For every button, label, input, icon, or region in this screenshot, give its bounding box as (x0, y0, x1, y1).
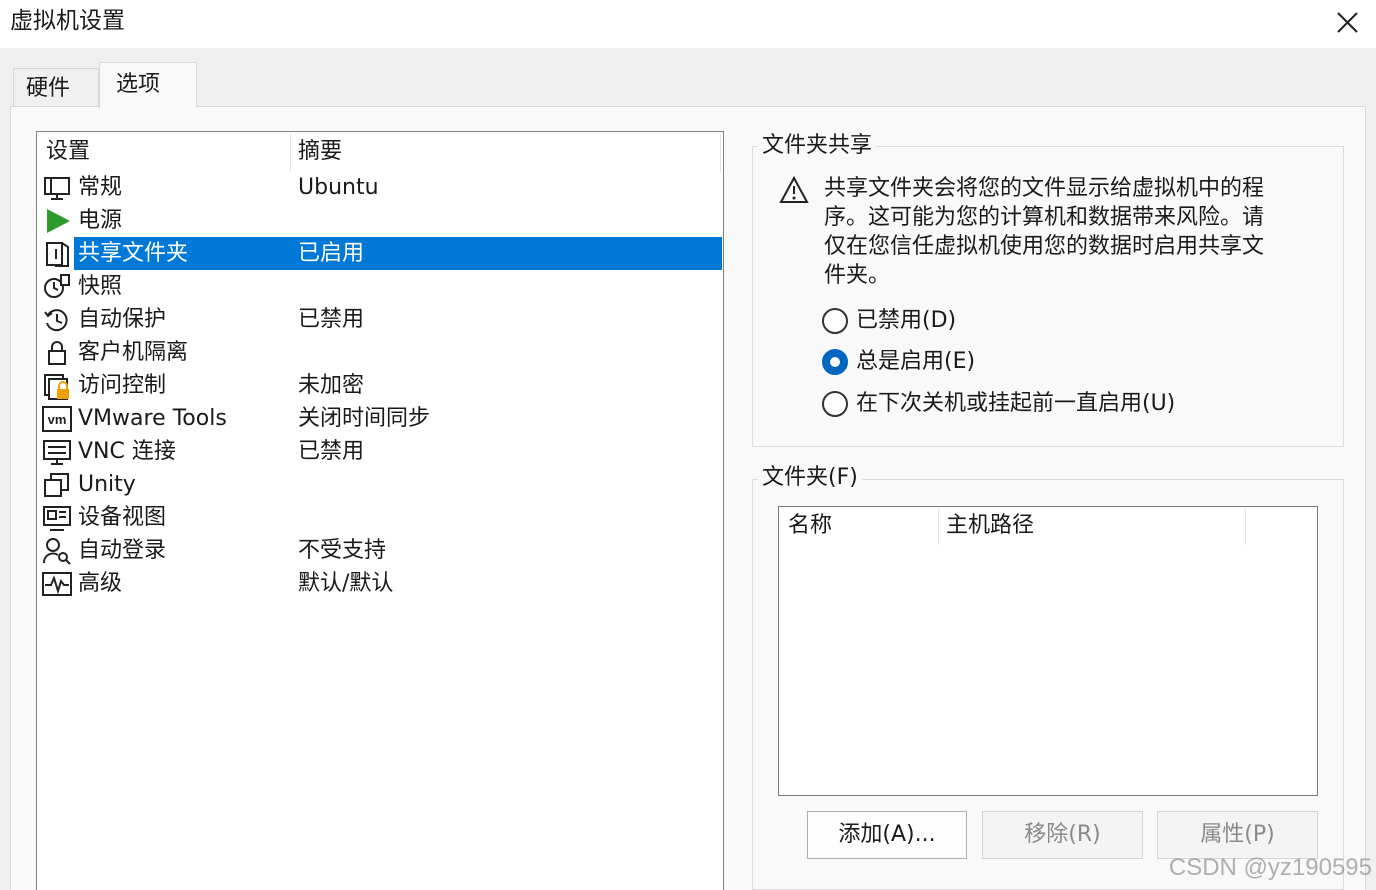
folders-title: 文件夹(F) (758, 463, 862, 493)
folders-table[interactable] (778, 506, 1318, 796)
window-title: 虚拟机设置 (10, 8, 125, 34)
close-icon (1337, 12, 1358, 33)
settings-row-label: 快照 (78, 274, 123, 299)
monitor-icon (42, 173, 72, 203)
svg-text:vm: vm (48, 412, 67, 427)
settings-row-summary: 已禁用 (298, 439, 365, 464)
warning-text: 共享文件夹会将您的文件显示给虚拟机中的程序。这可能为您的计算机和数据带来风险。请… (824, 176, 1265, 288)
column-header-name[interactable]: 名称 (788, 511, 832, 541)
settings-row-summary: 不受支持 (298, 538, 387, 563)
settings-row-vnc[interactable]: VNC 连接 已禁用 (38, 435, 722, 468)
remove-button[interactable]: 移除(R) (982, 811, 1143, 859)
snapshot-icon (42, 272, 72, 302)
settings-row-label: Unity (78, 472, 136, 497)
settings-row-vmware-tools[interactable]: vm VMware Tools 关闭时间同步 (38, 402, 722, 435)
settings-row-label: 电源 (78, 208, 123, 233)
settings-row-label: 设备视图 (78, 505, 167, 530)
column-header-setting[interactable]: 设置 (46, 137, 90, 167)
column-divider (290, 134, 291, 172)
warning-icon (779, 176, 809, 203)
settings-row-summary: 关闭时间同步 (298, 406, 431, 431)
settings-row-label: VNC 连接 (78, 439, 176, 464)
add-button[interactable]: 添加(A)... (807, 811, 967, 859)
settings-row-device-view[interactable]: 设备视图 (38, 501, 722, 534)
device-view-icon (42, 503, 72, 533)
access-lock-icon (42, 371, 72, 401)
settings-row-guest-isolation[interactable]: 客户机隔离 (38, 336, 722, 369)
title-bar: 虚拟机设置 (0, 0, 1376, 48)
settings-row-label: 访问控制 (78, 373, 167, 398)
vm-icon: vm (42, 404, 72, 434)
settings-row-label: 常规 (78, 175, 123, 200)
radio-circle[interactable] (822, 391, 848, 417)
settings-row-general[interactable]: 常规 Ubuntu (38, 171, 722, 204)
vnc-icon (42, 437, 72, 467)
settings-row-summary: 默认/默认 (298, 571, 394, 596)
radio-circle[interactable] (822, 349, 848, 375)
pulse-icon (42, 569, 72, 599)
settings-row-label: 自动保护 (78, 307, 167, 332)
column-divider (720, 134, 721, 172)
settings-row-label: 高级 (78, 571, 123, 596)
settings-row-snapshots[interactable]: 快照 (38, 270, 722, 303)
settings-row-autologin[interactable]: 自动登录 不受支持 (38, 534, 722, 567)
settings-row-access-control[interactable]: 访问控制 未加密 (38, 369, 722, 402)
settings-row-label: 共享文件夹 (78, 241, 189, 266)
unity-icon (42, 470, 72, 500)
column-header-host-path[interactable]: 主机路径 (946, 511, 1034, 541)
settings-row-summary: Ubuntu (298, 175, 379, 200)
column-divider (938, 509, 939, 545)
settings-row-summary: 已启用 (298, 241, 365, 266)
tab-hardware[interactable]: 硬件 (13, 68, 99, 108)
column-header-summary[interactable]: 摘要 (298, 137, 342, 167)
clock-icon (42, 305, 72, 335)
lock-icon (42, 338, 72, 368)
settings-row-label: 客户机隔离 (78, 340, 189, 365)
settings-row-autoprotect[interactable]: 自动保护 已禁用 (38, 303, 722, 336)
settings-row-summary: 已禁用 (298, 307, 365, 332)
properties-button[interactable]: 属性(P) (1157, 811, 1318, 859)
close-button[interactable] (1328, 4, 1366, 40)
radio-label: 总是启用(E) (856, 349, 976, 374)
power-play-icon (42, 206, 72, 236)
settings-row-shared-folders[interactable]: 共享文件夹 已启用 (38, 237, 722, 270)
shared-folder-icon (42, 239, 72, 269)
tab-options[interactable]: 选项 (99, 62, 197, 108)
settings-row-label: 自动登录 (78, 538, 167, 563)
folder-sharing-title: 文件夹共享 (758, 131, 877, 161)
watermark: CSDN @yz190595 (1168, 854, 1372, 881)
settings-row-summary: 未加密 (298, 373, 365, 398)
settings-row-unity[interactable]: Unity (38, 468, 722, 501)
settings-row-power[interactable]: 电源 (38, 204, 722, 237)
column-divider (1245, 509, 1246, 545)
radio-circle[interactable] (822, 308, 848, 334)
user-key-icon (42, 536, 72, 566)
radio-label: 在下次关机或挂起前一直启用(U) (856, 391, 1176, 416)
radio-label: 已禁用(D) (856, 308, 957, 333)
settings-row-label: VMware Tools (78, 406, 227, 431)
settings-row-advanced[interactable]: 高级 默认/默认 (38, 567, 722, 600)
